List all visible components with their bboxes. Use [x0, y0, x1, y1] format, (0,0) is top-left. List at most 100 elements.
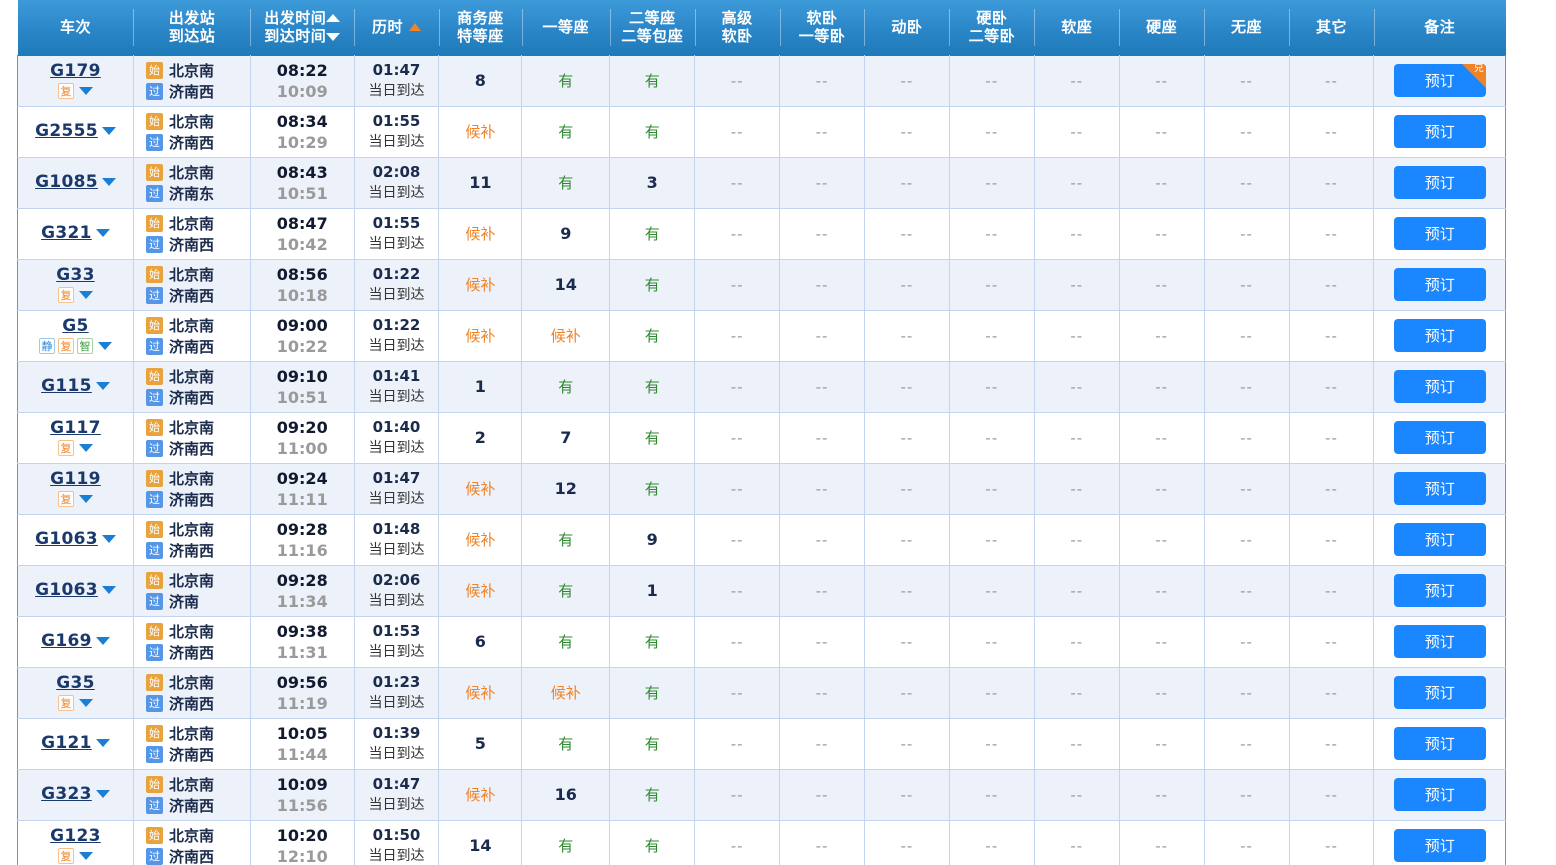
business-seat-value: 14 [469, 836, 491, 855]
hard-seat-cell: -- [1119, 412, 1204, 463]
pass-station-badge: 过 [146, 440, 163, 457]
book-button[interactable]: 预订 [1394, 574, 1486, 607]
chevron-down-icon[interactable] [79, 291, 93, 299]
chevron-down-icon[interactable] [96, 739, 110, 747]
times-cell: 08:47 10:42 [250, 208, 354, 259]
table-row: G179 复 始北京南 过济南西08:22 10:0901:47 当日到达8有有… [18, 55, 1506, 106]
book-button[interactable]: 预订 [1394, 268, 1486, 301]
emu-sleeper-cell: -- [864, 157, 949, 208]
col-header-train-no[interactable]: 车次 [18, 0, 134, 55]
book-button[interactable]: 预订 [1394, 217, 1486, 250]
remark-cell: 预订 [1374, 769, 1506, 820]
chevron-down-icon[interactable] [96, 637, 110, 645]
chevron-down-icon[interactable] [102, 586, 116, 594]
other-seat-value: -- [1325, 72, 1338, 90]
book-button[interactable]: 预订 [1394, 727, 1486, 760]
chevron-down-icon[interactable] [102, 178, 116, 186]
chevron-down-icon[interactable] [79, 852, 93, 860]
business-seat-cell: 候补 [439, 208, 522, 259]
soft-seat-cell: -- [1034, 820, 1119, 865]
first-class-seat-cell: 12 [522, 463, 610, 514]
train-number-link[interactable]: G119 [50, 470, 101, 490]
train-number-link[interactable]: G117 [50, 419, 101, 439]
train-number-link[interactable]: G123 [50, 827, 101, 847]
col-label-second-class-sleeper: 二等卧 [951, 27, 1032, 46]
train-number-link[interactable]: G5 [62, 317, 88, 337]
col-header-times[interactable]: 出发时间 到达时间 [250, 0, 354, 55]
second-class-seat-cell: 有 [610, 616, 695, 667]
chevron-down-icon[interactable] [79, 495, 93, 503]
train-number-link[interactable]: G115 [41, 377, 92, 397]
second-class-seat-value: 有 [645, 684, 660, 702]
book-button[interactable]: 预订 [1394, 778, 1486, 811]
train-number-link[interactable]: G121 [41, 734, 92, 754]
business-seat-value: 候补 [465, 276, 495, 294]
chevron-down-icon[interactable] [96, 229, 110, 237]
other-seat-cell: -- [1289, 157, 1374, 208]
book-button[interactable]: 预订 [1394, 523, 1486, 556]
no-seat-value: -- [1240, 174, 1253, 192]
arrival-day-note: 当日到达 [355, 438, 439, 459]
other-seat-cell: -- [1289, 565, 1374, 616]
train-number-link[interactable]: G1085 [35, 173, 98, 193]
book-button[interactable]: 预订 [1394, 319, 1486, 352]
book-button[interactable]: 预订 [1394, 421, 1486, 454]
book-button[interactable]: 预订 [1394, 115, 1486, 148]
book-button[interactable]: 预订 [1394, 829, 1486, 862]
second-class-seat-cell: 有 [610, 208, 695, 259]
soft-seat-value: -- [1070, 633, 1083, 651]
col-label-remark: 备注 [1376, 18, 1504, 37]
train-number-link[interactable]: G169 [41, 632, 92, 652]
train-number-link[interactable]: G1063 [35, 530, 98, 550]
train-number-link[interactable]: G323 [41, 785, 92, 805]
chevron-down-icon[interactable] [98, 342, 112, 350]
train-number-link[interactable]: G35 [56, 674, 95, 694]
arrival-station-name: 济南西 [169, 387, 214, 408]
other-seat-value: -- [1325, 735, 1338, 753]
train-number-link[interactable]: G1063 [35, 581, 98, 601]
chevron-down-icon[interactable] [79, 699, 93, 707]
book-button[interactable]: 预订兑 [1394, 64, 1486, 97]
train-number-link[interactable]: G321 [41, 224, 92, 244]
other-seat-value: -- [1325, 582, 1338, 600]
hard-sleeper-cell: -- [949, 769, 1034, 820]
sort-descending-icon[interactable] [326, 33, 340, 41]
premium-soft-sleeper-cell: -- [695, 616, 780, 667]
chevron-down-icon[interactable] [96, 790, 110, 798]
stations-cell: 始北京南 过济南西 [133, 361, 250, 412]
col-header-stations[interactable]: 出发站 到达站 [133, 0, 250, 55]
book-button[interactable]: 预订 [1394, 166, 1486, 199]
chevron-down-icon[interactable] [102, 535, 116, 543]
train-number-link[interactable]: G179 [50, 62, 101, 82]
chevron-down-icon[interactable] [96, 382, 110, 390]
col-header-duration[interactable]: 历时 [354, 0, 439, 55]
chevron-down-icon[interactable] [79, 444, 93, 452]
book-button[interactable]: 预订 [1394, 676, 1486, 709]
train-number-link[interactable]: G2555 [35, 122, 98, 142]
second-class-seat-value: 有 [645, 72, 660, 90]
business-seat-cell: 14 [439, 820, 522, 865]
departure-station-name: 北京南 [169, 366, 214, 387]
table-row: G115 始北京南 过济南西09:10 10:5101:41 当日到达1有有--… [18, 361, 1506, 412]
duration-value: 01:39 [355, 723, 439, 744]
sort-ascending-icon[interactable] [326, 14, 340, 22]
times-cell: 08:22 10:09 [250, 55, 354, 106]
business-seat-value: 候补 [465, 327, 495, 345]
book-button[interactable]: 预订 [1394, 472, 1486, 505]
train-number-link[interactable]: G33 [56, 266, 95, 286]
col-label-first-class-sleeper: 一等卧 [782, 27, 863, 46]
business-seat-cell: 候补 [439, 106, 522, 157]
business-seat-cell: 候补 [439, 769, 522, 820]
arrival-station-name: 济南西 [169, 336, 214, 357]
pass-station-badge: 过 [146, 746, 163, 763]
book-button[interactable]: 预订 [1394, 370, 1486, 403]
chevron-down-icon[interactable] [79, 87, 93, 95]
start-station-badge: 始 [146, 623, 163, 640]
arrival-station-name: 济南西 [169, 642, 214, 663]
premium-soft-sleeper-value: -- [731, 429, 744, 447]
second-class-seat-value: 有 [645, 633, 660, 651]
chevron-down-icon[interactable] [102, 127, 116, 135]
book-button[interactable]: 预订 [1394, 625, 1486, 658]
business-seat-cell: 8 [439, 55, 522, 106]
sort-ascending-active-icon[interactable] [409, 23, 421, 31]
